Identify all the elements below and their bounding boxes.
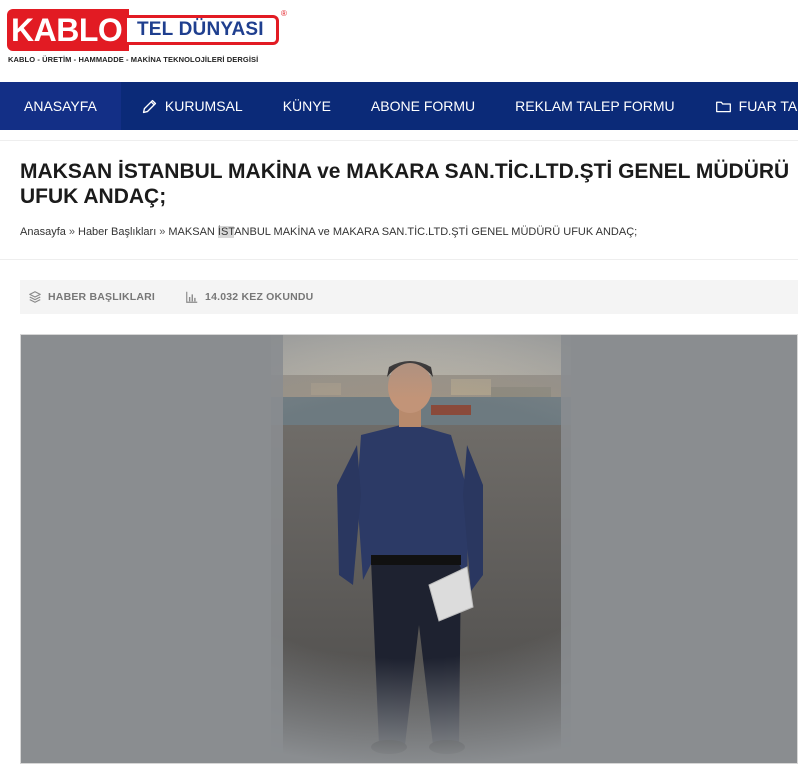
breadcrumb: Anasayfa» Haber Başlıkları» MAKSAN İSTANBU… bbox=[20, 226, 637, 238]
pencil-icon bbox=[141, 97, 159, 115]
breadcrumb-separator: » bbox=[68, 226, 75, 238]
nav-item-abone-formu[interactable]: ABONE FORMU bbox=[351, 82, 495, 130]
portrait-photo bbox=[21, 335, 797, 763]
main-nav: ANASAYFA KURUMSAL KÜNYE ABONE FORMU REKL… bbox=[0, 82, 798, 130]
breadcrumb-current-part: MAKSAN bbox=[168, 226, 218, 238]
breadcrumb-highlight: İST bbox=[217, 226, 235, 238]
meta-category[interactable]: HABER BAŞLIKLARI bbox=[28, 290, 155, 304]
site-header: KABLO TEL DÜNYASI ® KABLO - ÜRETİM - HAM… bbox=[0, 0, 798, 82]
logo-tel-text: TEL DÜNYASI bbox=[137, 19, 264, 40]
nav-item-reklam-talep-formu[interactable]: REKLAM TALEP FORMU bbox=[495, 82, 694, 130]
breadcrumb-category[interactable]: Haber Başlıkları bbox=[78, 226, 156, 238]
site-logo[interactable]: KABLO TEL DÜNYASI ® bbox=[7, 9, 287, 51]
nav-label: REKLAM TALEP FORMU bbox=[515, 98, 675, 114]
nav-label: ANASAYFA bbox=[24, 98, 97, 114]
logo-kablo-text: KABLO bbox=[11, 12, 123, 48]
nav-label: KURUMSAL bbox=[164, 98, 243, 114]
meta-category-label: HABER BAŞLIKLARI bbox=[48, 291, 156, 303]
nav-item-kunye[interactable]: KÜNYE bbox=[263, 82, 351, 130]
nav-item-kurumsal[interactable]: KURUMSAL bbox=[121, 82, 263, 130]
breadcrumb-home[interactable]: Anasayfa bbox=[20, 226, 66, 238]
site-tagline: KABLO - ÜRETİM - HAMMADDE - MAKİNA TEKNO… bbox=[8, 55, 259, 64]
bar-chart-icon bbox=[186, 291, 198, 303]
meta-views-label: 14.032 KEZ OKUNDU bbox=[205, 291, 314, 303]
nav-item-anasayfa[interactable]: ANASAYFA bbox=[0, 82, 121, 130]
meta-views: 14.032 KEZ OKUNDU bbox=[185, 290, 313, 304]
layers-icon bbox=[29, 291, 41, 303]
breadcrumb-separator: » bbox=[159, 226, 166, 238]
folder-icon bbox=[715, 97, 733, 115]
breadcrumb-current-part: ANBUL MAKİNA ve MAKARA SAN.TİC.LTD.ŞTİ G… bbox=[234, 226, 638, 238]
article-image bbox=[20, 334, 798, 764]
nav-item-fuar-takvimi[interactable]: FUAR TAKVİMİ bbox=[695, 82, 798, 130]
nav-label: KÜNYE bbox=[282, 98, 331, 114]
nav-label: FUAR TAKVİMİ bbox=[738, 98, 798, 114]
page-title: MAKSAN İSTANBUL MAKİNA ve MAKARA SAN.TİC… bbox=[20, 160, 790, 208]
article-meta: HABER BAŞLIKLARI 14.032 KEZ OKUNDU bbox=[20, 280, 798, 314]
nav-label: ABONE FORMU bbox=[370, 98, 476, 114]
registered-mark: ® bbox=[281, 9, 287, 18]
article-header: MAKSAN İSTANBUL MAKİNA ve MAKARA SAN.TİC… bbox=[0, 140, 798, 260]
breadcrumb-current: MAKSAN İSTANBUL MAKİNA ve MAKARA SAN.TİC… bbox=[168, 226, 637, 238]
